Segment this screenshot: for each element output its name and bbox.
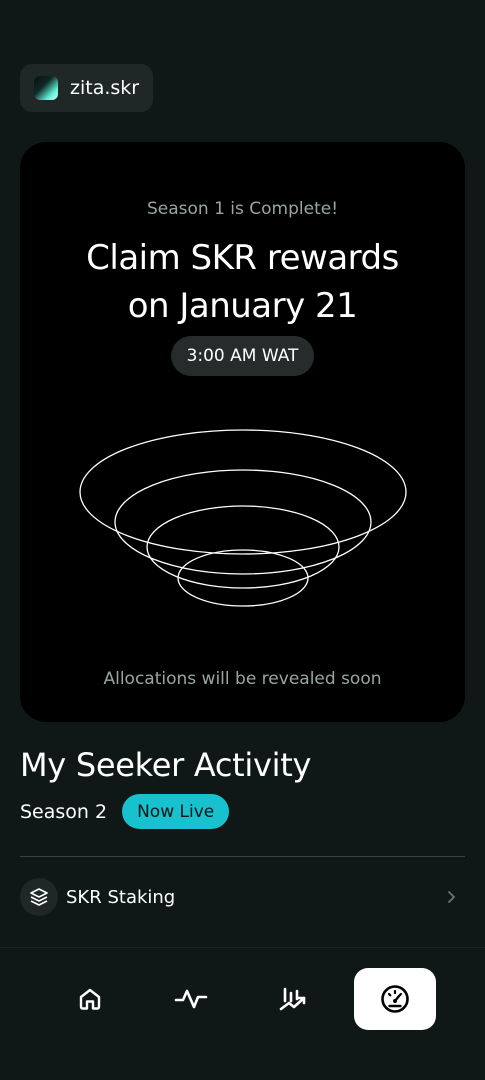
nav-home[interactable] bbox=[49, 968, 131, 1030]
status-badge: Now Live bbox=[122, 794, 230, 829]
trending-chart-icon bbox=[279, 987, 306, 1011]
list-item-skr-staking[interactable]: SKR Staking bbox=[20, 877, 465, 917]
layers-icon bbox=[20, 878, 58, 916]
ring-outer bbox=[79, 429, 407, 555]
allocation-note: Allocations will be revealed soon bbox=[103, 669, 382, 689]
gradient-avatar-icon bbox=[34, 76, 58, 100]
activity-icon bbox=[174, 989, 208, 1009]
ring-second bbox=[114, 469, 372, 575]
nav-activity[interactable] bbox=[150, 968, 232, 1030]
season-label: Season 2 bbox=[20, 800, 108, 823]
claim-time-chip: 3:00 AM WAT bbox=[170, 336, 315, 376]
section-title: My Seeker Activity bbox=[20, 746, 312, 784]
season-card[interactable]: Season 1 is Complete! Claim SKR rewards … bbox=[20, 142, 465, 722]
nav-trends[interactable] bbox=[252, 968, 334, 1030]
season-status-text: Season 1 is Complete! bbox=[146, 199, 339, 219]
season-headline: Claim SKR rewards on January 21 bbox=[40, 234, 445, 330]
gauge-icon bbox=[381, 985, 409, 1013]
account-chip[interactable]: zita.skr bbox=[20, 64, 154, 112]
ring-third bbox=[146, 505, 340, 589]
concentric-rings-icon bbox=[79, 429, 407, 607]
bottom-nav bbox=[0, 948, 485, 1080]
home-icon bbox=[79, 988, 101, 1010]
ring-inner bbox=[177, 549, 309, 607]
section-divider bbox=[20, 856, 465, 857]
list-item-label: SKR Staking bbox=[66, 886, 176, 908]
headline-line-2: on January 21 bbox=[127, 286, 358, 326]
season-row: Season 2 Now Live bbox=[20, 794, 230, 829]
headline-line-1: Claim SKR rewards bbox=[86, 238, 399, 278]
chevron-right-icon bbox=[441, 887, 461, 907]
nav-dashboard[interactable] bbox=[354, 968, 436, 1030]
account-name: zita.skr bbox=[70, 77, 140, 99]
